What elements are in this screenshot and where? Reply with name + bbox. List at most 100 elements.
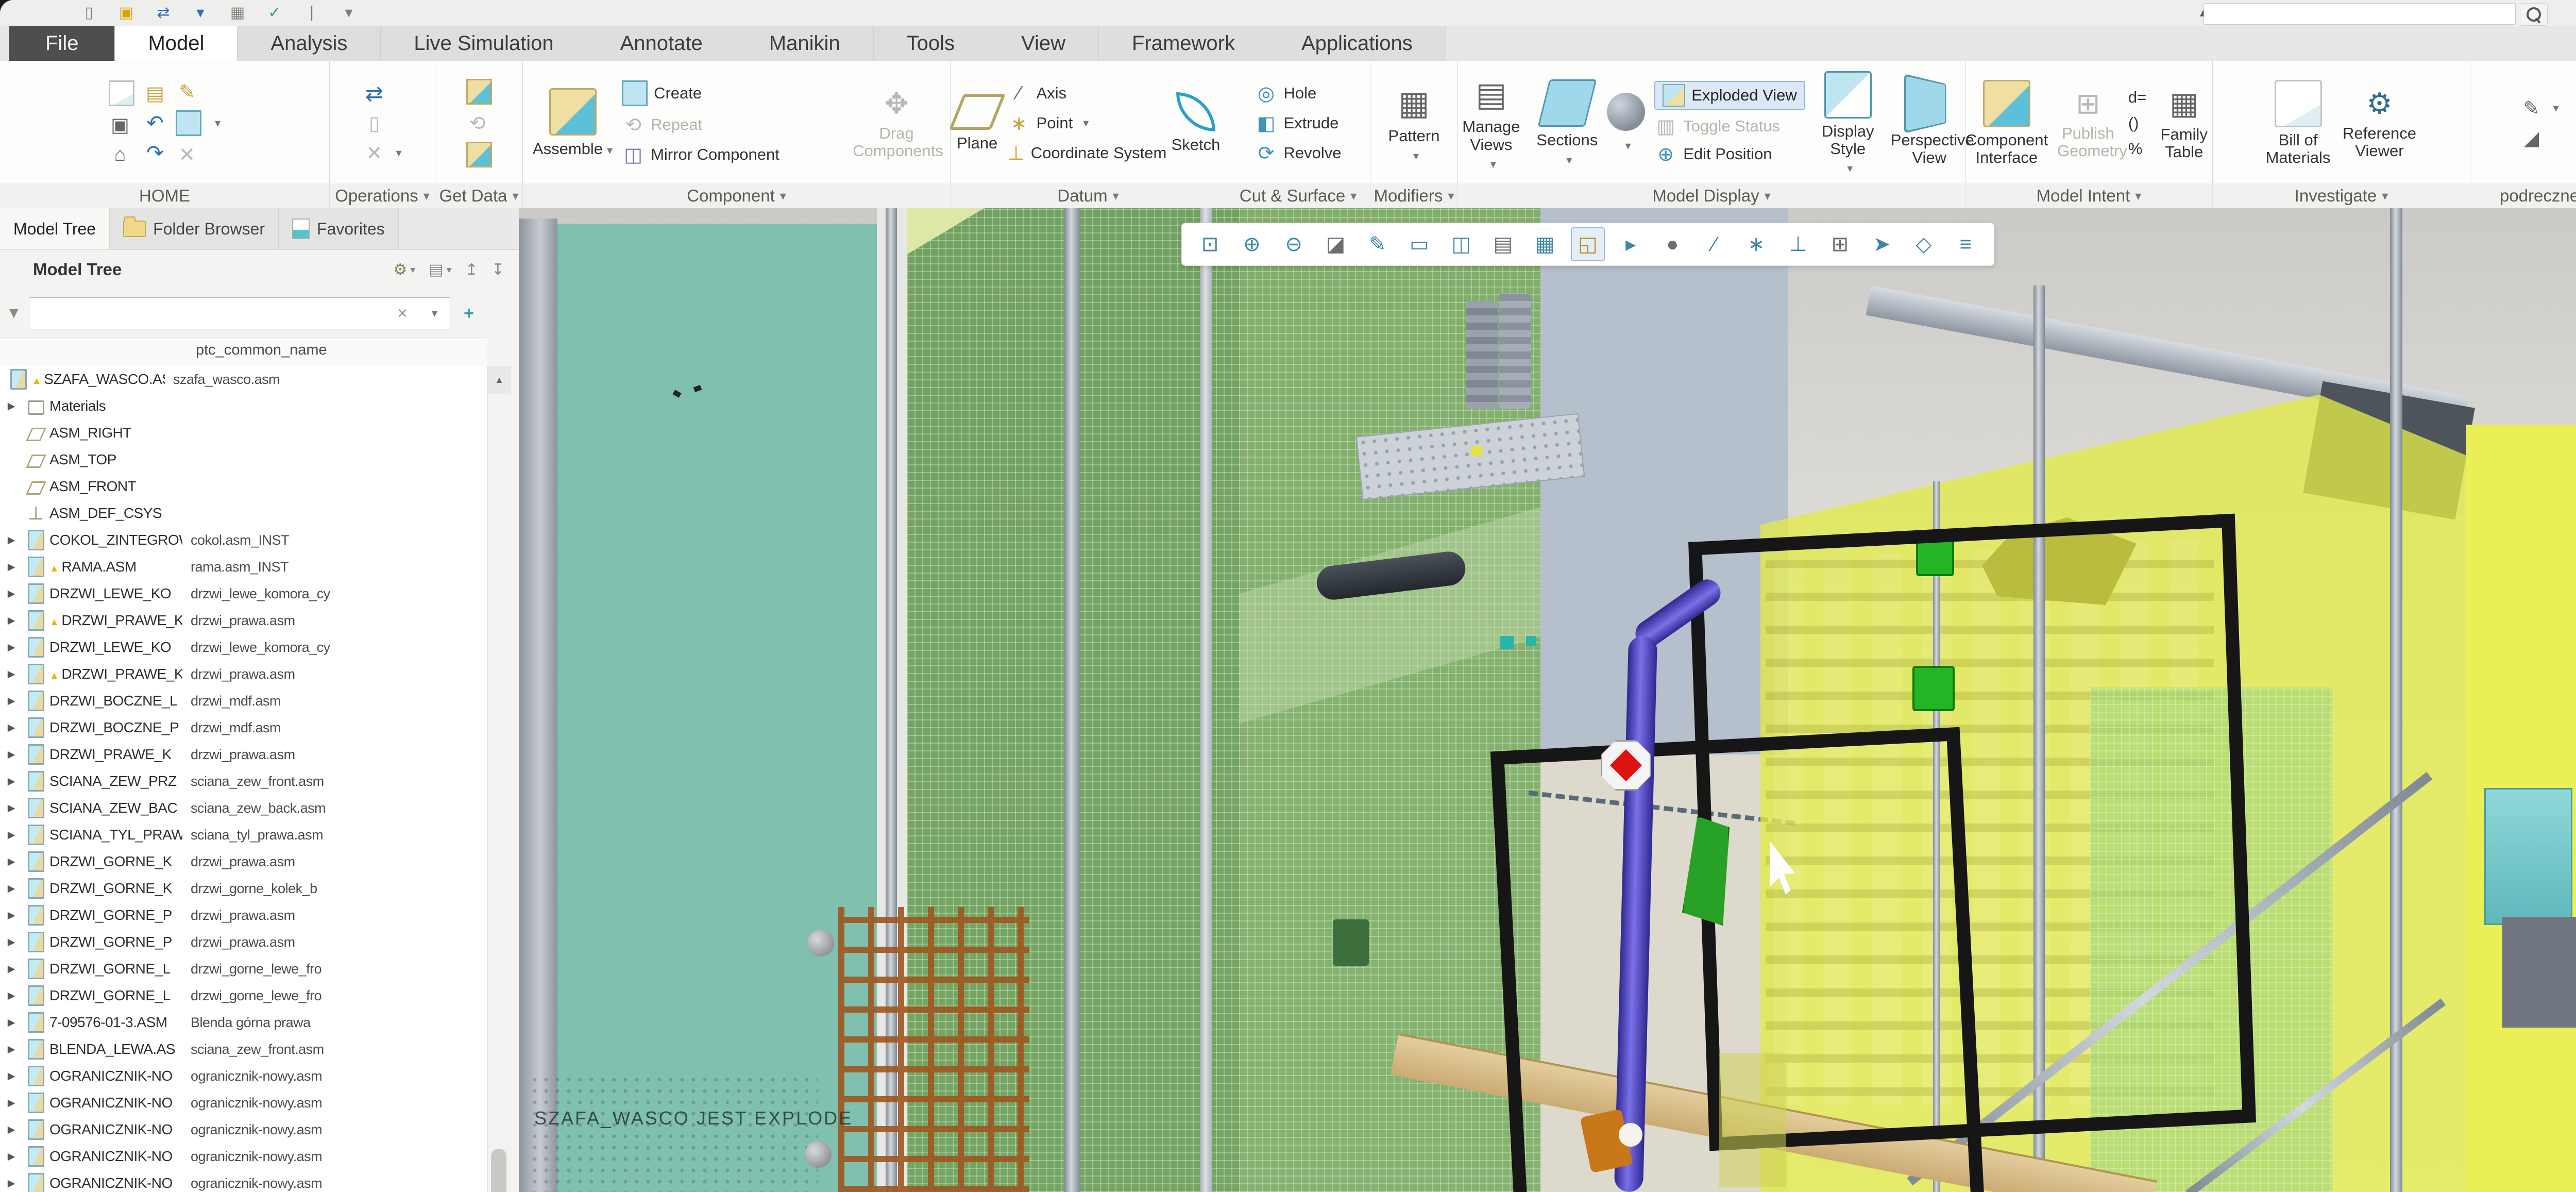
tree-row[interactable]: ▶ DRZWI_GORNE_P drzwi_prawa.asm [0,902,487,929]
graphics-toolbar-icon[interactable]: ≡ [1950,228,1981,260]
tree-row[interactable]: ▶ DRZWI_PRAWE_K drzwi_prawa.asm [0,607,487,634]
new-button[interactable] [109,80,134,106]
expand-arrow-icon[interactable]: ▶ [0,936,23,948]
sections-button[interactable]: Sections [1536,79,1598,167]
tree-row[interactable]: ▶ DRZWI_LEWE_KO drzwi_lewe_komora_cy [0,580,487,607]
delete-button[interactable]: ✕ [176,143,201,166]
graphics-toolbar-icon[interactable]: ➤ [1866,228,1898,260]
custom-eraser-button[interactable]: ◢ [2520,127,2558,149]
save-button[interactable]: ▣ [109,113,134,136]
quick-access-icon[interactable]: ▦ [226,2,249,23]
tree-row[interactable]: ▶ OGRANICZNIK-NO ogranicznik-nowy.asm [0,1089,487,1116]
drag-components-button[interactable]: ✥ Drag Components [853,87,940,160]
expand-arrow-icon[interactable]: ▶ [0,1070,23,1082]
expand-arrow-icon[interactable]: ▶ [0,695,23,707]
tree-row[interactable]: ▶ OGRANICZNIK-NO ogranicznik-nowy.asm [0,1143,487,1170]
sketch-button[interactable]: Sketch [1172,92,1221,154]
tree-pin-button[interactable]: ↥ [465,261,478,279]
tree-row[interactable]: ▶ SCIANA_TYL_PRAW sciana_tyl_prawa.asm [0,821,487,848]
axis-button[interactable]: ∕Axis [1008,82,1162,105]
quick-access-icon[interactable]: ▣ [114,2,138,23]
quick-access-icon[interactable]: ✓ [263,2,286,23]
graphics-toolbar-icon[interactable]: ◪ [1319,228,1351,260]
graphics-toolbar-icon[interactable]: ✎ [1362,228,1394,260]
ribbon-tab[interactable]: Applications [1268,26,1446,61]
quick-access-icon[interactable]: ⇄ [151,2,175,23]
tree-row[interactable]: ▶ OGRANICZNIK-NO ogranicznik-nowy.asm [0,1170,487,1192]
tree-row[interactable]: ▶ DRZWI_LEWE_KO drzwi_lewe_komora_cy [0,634,487,661]
group-label-operations[interactable]: Operations [330,183,435,208]
tree-row[interactable]: ▶ DRZWI_BOCZNE_L drzwi_mdf.asm [0,687,487,714]
tree-filter-input[interactable] [29,297,450,329]
expand-arrow-icon[interactable]: ▶ [0,990,23,1002]
tree-row[interactable]: ▶ DRZWI_GORNE_K drzwi_prawa.asm [0,848,487,875]
toggle-status-button[interactable]: ▥Toggle Status [1654,115,1805,138]
ribbon-tab[interactable]: Manikin [736,26,874,61]
filter-dropdown-icon[interactable]: ▾ [432,307,437,320]
tree-filters-button[interactable]: ▤▾ [429,261,451,279]
expand-arrow-icon[interactable]: ▶ [0,802,23,814]
expand-arrow-icon[interactable]: ▶ [0,883,23,895]
create-button[interactable]: Create [622,80,843,106]
group-label-datum[interactable]: Datum [951,183,1226,208]
expand-arrow-icon[interactable]: ▶ [0,776,23,787]
exploded-view-button[interactable]: Exploded View [1654,81,1805,110]
tree-row[interactable]: ▶ DRZWI_PRAWE_K drzwi_prawa.asm [0,741,487,768]
ribbon-tab[interactable]: Model [115,26,238,61]
open-button[interactable]: ▤ [144,82,166,105]
graphics-toolbar-icon[interactable]: ▸ [1615,228,1647,260]
expand-arrow-icon[interactable]: ▶ [0,829,23,841]
home-more-dropdown[interactable] [211,116,221,130]
graphics-area[interactable]: ⊡⊕⊖◪✎▭◫▤▦◱▸●∕∗⊥⊞➤◇≡ SZAFA_WASCO JEST EXP… [519,208,2576,1192]
tree-row[interactable]: ▶ ASM_TOP [0,446,487,473]
scroll-up-icon[interactable]: ▲ [488,366,511,394]
navigator-tab[interactable]: Favorites [279,208,399,249]
group-label-cut-surface[interactable]: Cut & Surface [1226,183,1370,208]
tree-row[interactable]: ▶ ASM_RIGHT [0,419,487,446]
tree-row[interactable]: ▶ DRZWI_BOCZNE_P drzwi_mdf.asm [0,714,487,741]
regenerate-button[interactable]: ⇄ [363,82,401,105]
graphics-toolbar-icon[interactable]: ⊕ [1236,228,1268,260]
ribbon-tab[interactable]: Tools [874,26,988,61]
perspective-view-button[interactable]: Perspective View [1891,80,1968,166]
quick-access-icon[interactable]: ∣ [300,2,324,23]
plane-button[interactable]: Plane [956,94,998,153]
graphics-toolbar-icon[interactable]: ◱ [1571,227,1605,261]
tree-row[interactable]: ▶ RAMA.ASM rama.asm_INST [0,553,487,580]
expand-arrow-icon[interactable]: ▶ [0,534,23,546]
expand-arrow-icon[interactable]: ▶ [0,668,23,680]
tree-row[interactable]: ▶ ASM_DEF_CSYS [0,500,487,527]
expand-arrow-icon[interactable]: ▶ [0,722,23,734]
undo-button[interactable]: ↶ [144,112,166,135]
group-label-model-intent[interactable]: Model Intent [1965,183,2213,208]
expand-arrow-icon[interactable]: ▶ [0,1017,23,1029]
expand-arrow-icon[interactable]: ▶ [0,1124,23,1136]
expand-arrow-icon[interactable]: ▶ [0,749,23,761]
graphics-toolbar-icon[interactable]: ● [1656,228,1688,260]
erase-button[interactable]: ✎ [176,80,201,103]
tree-column-header[interactable]: ptc_common_name [0,337,487,367]
pattern-button[interactable]: ▦ Pattern [1388,84,1440,163]
delete-op-button[interactable]: ✕ [363,142,401,164]
reference-viewer-button[interactable]: ⚙ Reference Viewer [2341,87,2418,160]
get-data-mid-button[interactable]: ⟲ [466,112,492,135]
point-button[interactable]: ∗Point [1008,112,1162,135]
ribbon-tab[interactable]: Analysis [238,26,381,61]
graphics-toolbar-icon[interactable]: ⊖ [1278,228,1310,260]
custom-pencil-button[interactable]: ✎ [2520,97,2558,120]
display-style-button[interactable]: Display Style [1815,71,1882,175]
ribbon-tab[interactable]: Annotate [587,26,736,61]
group-label-investigate[interactable]: Investigate [2213,183,2470,208]
graphics-toolbar-icon[interactable]: ∗ [1740,228,1772,260]
assemble-button[interactable]: Assemble [533,88,613,158]
graphics-toolbar-icon[interactable]: ⊞ [1824,228,1856,260]
command-search-input[interactable] [2204,3,2516,25]
tree-row[interactable]: ▶ COKOL_ZINTEGROW cokol.asm_INST [0,527,487,553]
family-table-button[interactable]: ▦ Family Table [2156,86,2212,161]
tree-row[interactable]: ▶ DRZWI_GORNE_K drzwi_gorne_kolek_b [0,875,487,902]
expand-arrow-icon[interactable]: ▶ [0,1151,23,1163]
expand-arrow-icon[interactable]: ▶ [0,1097,23,1109]
ribbon-tab[interactable]: File [9,26,115,61]
search-button[interactable] [2520,3,2548,26]
teal-side-panel[interactable] [557,224,877,1192]
